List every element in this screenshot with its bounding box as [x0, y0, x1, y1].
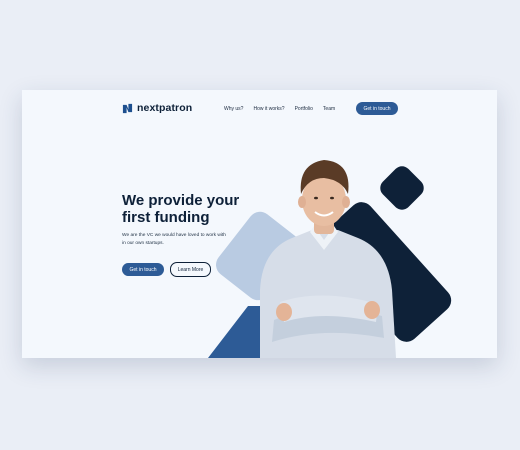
hero-subtext: We are the VC we would have loved to wor… [122, 233, 226, 246]
hero-learn-more-button[interactable]: Learn More [170, 262, 211, 277]
person-portrait [260, 160, 396, 358]
main-nav: Why us? How it works? Portfolio Team [224, 106, 335, 112]
n-logo-icon [122, 103, 133, 113]
brand-name: nextpatron [137, 102, 193, 114]
nav-get-in-touch-button[interactable]: Get in touch [356, 102, 398, 115]
nav-item-portfolio[interactable]: Portfolio [295, 106, 313, 112]
brand-logo[interactable]: nextpatron [122, 102, 192, 114]
website-frame: nextpatron Why us? How it works? Portfol… [22, 90, 497, 358]
navy-small-square [380, 166, 424, 210]
nav-item-why-us[interactable]: Why us? [224, 106, 243, 112]
nav-item-how-it-works[interactable]: How it works? [253, 106, 284, 112]
nav-item-team[interactable]: Team [323, 106, 335, 112]
hero-get-in-touch-button[interactable]: Get in touch [122, 263, 164, 276]
hero-headline: We provide your first funding [122, 192, 240, 226]
